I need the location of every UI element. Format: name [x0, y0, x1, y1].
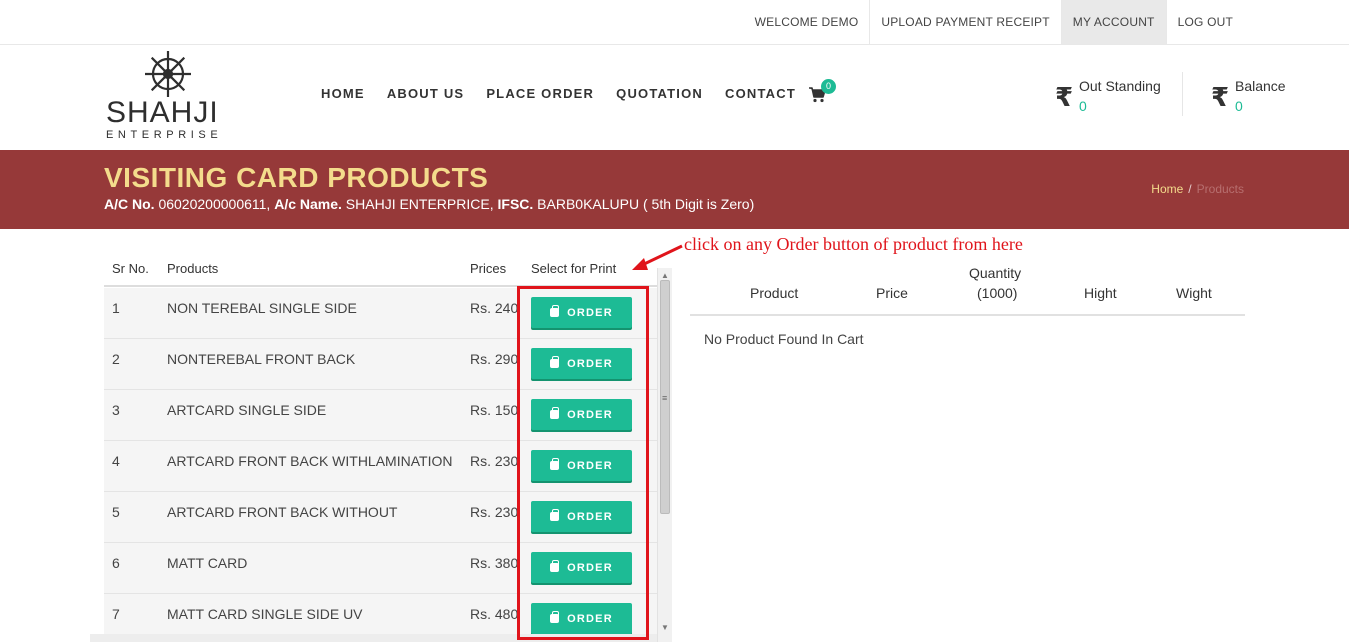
- breadcrumb-home[interactable]: Home: [1151, 182, 1183, 196]
- nav-quotation[interactable]: QUOTATION: [605, 86, 714, 101]
- cart-header-quantity-unit: (1000): [977, 285, 1018, 301]
- upload-payment-receipt-link[interactable]: UPLOAD PAYMENT RECEIPT: [869, 0, 1060, 44]
- row-sr-no: 7: [112, 606, 120, 622]
- row-product-name: ARTCARD SINGLE SIDE: [167, 402, 327, 418]
- row-product-name: NON TEREBAL SINGLE SIDE: [167, 300, 357, 316]
- ifsc-code: BARB0KALUPU ( 5th Digit is Zero): [537, 196, 755, 212]
- balance-value: 0: [1235, 98, 1243, 114]
- top-links: WELCOME DEMO UPLOAD PAYMENT RECEIPT MY A…: [744, 0, 1244, 44]
- my-account-link[interactable]: MY ACCOUNT: [1060, 0, 1166, 44]
- row-product-name: ARTCARD FRONT BACK WITHOUT: [167, 504, 398, 520]
- outstanding-value: 0: [1079, 98, 1087, 114]
- account-details: A/C No. 06020200000611, A/c Name. SHAHJI…: [104, 196, 754, 212]
- breadcrumb-separator: /: [1188, 182, 1192, 196]
- cart-header-product: Product: [750, 285, 799, 301]
- welcome-link[interactable]: WELCOME DEMO: [744, 0, 870, 44]
- row-sr-no: 6: [112, 555, 120, 571]
- row-sr-no: 1: [112, 300, 120, 316]
- header-sr-no: Sr No.: [112, 261, 149, 276]
- order-buttons-highlight: [517, 286, 649, 640]
- annotation-arrow-icon: [632, 244, 683, 270]
- rupee-icon: ₹: [1055, 82, 1074, 112]
- row-price: Rs. 480: [470, 606, 519, 622]
- balance-stat: ₹ Balance 0: [1211, 76, 1311, 118]
- outstanding-stat: ₹ Out Standing 0: [1055, 76, 1175, 118]
- row-sr-no: 5: [112, 504, 120, 520]
- cart-count-badge: 0: [821, 79, 836, 94]
- row-price: Rs. 290: [470, 351, 519, 367]
- row-product-name: ARTCARD FRONT BACK WITHLAMINATION: [167, 453, 453, 469]
- ifsc-label: IFSC.: [497, 196, 534, 212]
- row-price: Rs. 380: [470, 555, 519, 571]
- row-price: Rs. 150: [470, 402, 519, 418]
- ship-wheel-icon: [145, 51, 191, 97]
- logo-name: SHAHJI: [106, 96, 219, 129]
- row-sr-no: 2: [112, 351, 120, 367]
- cart-header-divider: [690, 314, 1245, 316]
- balance-label: Balance: [1235, 78, 1286, 94]
- row-price: Rs. 240: [470, 300, 519, 316]
- logo[interactable]: SHAHJI ENTERPRISE: [104, 49, 234, 145]
- cart-header-price: Price: [876, 285, 908, 301]
- nav-contact[interactable]: CONTACT: [714, 86, 807, 101]
- product-table-header: Sr No. Products Prices Select for Print: [104, 252, 659, 287]
- cart-header-width: Wight: [1176, 285, 1212, 301]
- breadcrumb: Home / Products: [1151, 182, 1244, 196]
- cart-empty-message: No Product Found In Cart: [704, 331, 864, 347]
- row-product-name: MATT CARD SINGLE SIDE UV: [167, 606, 363, 622]
- cart-header-height: Hight: [1084, 285, 1117, 301]
- acc-name: SHAHJI ENTERPRICE,: [345, 196, 494, 212]
- breadcrumb-current: Products: [1196, 182, 1244, 196]
- logo-subtitle: ENTERPRISE: [106, 129, 223, 141]
- log-out-link[interactable]: LOG OUT: [1165, 0, 1244, 44]
- header-prices: Prices: [470, 261, 507, 276]
- table-scrollbar[interactable]: ▲ ≡ ▼: [657, 268, 672, 642]
- nav-home[interactable]: HOME: [310, 86, 376, 101]
- cart-header-quantity: Quantity: [969, 265, 1022, 281]
- grip-icon: ≡: [662, 393, 668, 403]
- outstanding-label: Out Standing: [1079, 78, 1161, 94]
- header-products: Products: [167, 261, 219, 276]
- nav-about-us[interactable]: ABOUT US: [376, 86, 476, 101]
- page-title: VISITING CARD PRODUCTS: [104, 162, 489, 193]
- acc-no: 06020200000611,: [158, 196, 271, 212]
- top-bar: WELCOME DEMO UPLOAD PAYMENT RECEIPT MY A…: [0, 0, 1349, 45]
- row-price: Rs. 230: [470, 453, 519, 469]
- row-product-name: NONTEREBAL FRONT BACK: [167, 351, 356, 367]
- scroll-down-arrow-icon[interactable]: ▼: [661, 623, 669, 632]
- annotation-text: click on any Order button of product fro…: [684, 234, 1023, 254]
- acc-name-label: A/c Name.: [274, 196, 342, 212]
- nav-place-order[interactable]: PLACE ORDER: [475, 86, 605, 101]
- row-product-name: MATT CARD: [167, 555, 248, 571]
- main-nav: HOME ABOUT US PLACE ORDER QUOTATION CONT…: [310, 86, 807, 101]
- scrollbar-thumb[interactable]: ≡: [660, 280, 670, 514]
- rupee-icon: ₹: [1211, 82, 1230, 112]
- row-sr-no: 4: [112, 453, 120, 469]
- header-select-for-print: Select for Print: [531, 261, 617, 276]
- row-sr-no: 3: [112, 402, 120, 418]
- acc-no-label: A/C No.: [104, 196, 155, 212]
- scroll-up-arrow-icon[interactable]: ▲: [661, 271, 669, 280]
- stat-divider: [1182, 72, 1183, 116]
- row-price: Rs. 230: [470, 504, 519, 520]
